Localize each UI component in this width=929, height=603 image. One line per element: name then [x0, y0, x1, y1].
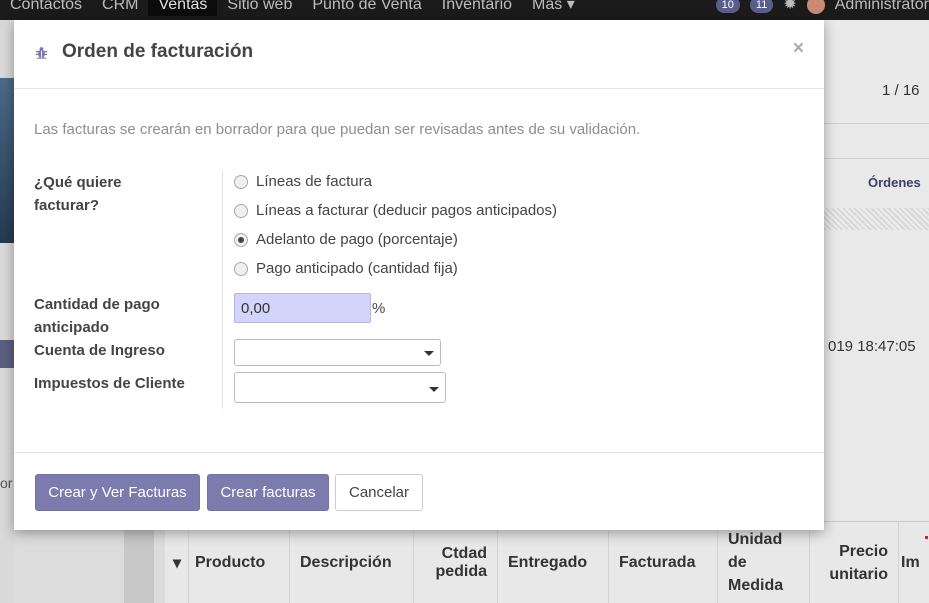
order-date: 019 18:47:05: [828, 338, 916, 355]
radio-option-lineas-de-factura[interactable]: Líneas de factura: [234, 173, 372, 190]
error-mark: [925, 536, 928, 539]
invoice-order-dialog: Orden de facturación × Las facturas se c…: [14, 20, 824, 530]
radio-label[interactable]: Adelanto de pago (porcentaje): [256, 231, 458, 248]
menu-item-mas-label: Más: [532, 0, 563, 13]
menu-item-ventas[interactable]: Ventas: [148, 0, 218, 16]
avatar[interactable]: [806, 0, 825, 14]
sort-caret-icon[interactable]: ▾: [165, 522, 189, 603]
ribbon-pattern: [824, 208, 929, 230]
background-left-panel: or: [0, 20, 14, 603]
amount-input[interactable]: [234, 293, 371, 323]
dialog-intro-text: Las facturas se crearán en borrador para…: [34, 121, 641, 138]
background-image: [0, 78, 14, 243]
background-highlight: [0, 340, 14, 368]
menu-item-inventario[interactable]: Inventario: [432, 0, 522, 16]
divider: [824, 123, 929, 124]
column-impuestos[interactable]: Im: [899, 522, 929, 603]
radio-option-adelanto-porcentaje[interactable]: Adelanto de pago (porcentaje): [234, 231, 458, 248]
menu-item-mas[interactable]: Más ▾: [522, 0, 585, 16]
app-menu: Contactos CRM Ventas Sitio web Punto de …: [0, 0, 585, 16]
column-facturada[interactable]: Facturada: [609, 522, 718, 603]
divider: [824, 158, 929, 159]
form-divider: [222, 170, 223, 409]
amount-unit: %: [372, 300, 386, 317]
activities-badge[interactable]: 11: [749, 0, 774, 13]
menu-item-punto-de-venta[interactable]: Punto de Venta: [302, 0, 431, 16]
invoice-type-label: ¿Qué quiere facturar?: [34, 174, 122, 214]
column-descripcion[interactable]: Descripción: [290, 522, 414, 603]
column-precio-unitario[interactable]: Precio unitario: [810, 522, 899, 603]
close-button[interactable]: ×: [793, 38, 804, 60]
background-text-fragment: or: [0, 475, 13, 491]
income-account-select[interactable]: [234, 339, 441, 366]
radio-button-selected[interactable]: [234, 232, 248, 247]
radio-label[interactable]: Líneas de factura: [256, 173, 372, 190]
radio-button[interactable]: [234, 261, 248, 276]
create-invoices-button[interactable]: Crear facturas: [207, 474, 329, 511]
navbar-systray: 10 11 ✹ Administrator: [715, 0, 929, 16]
conversations-badge[interactable]: 10: [715, 0, 740, 13]
column-entregado[interactable]: Entregado: [498, 522, 609, 603]
menu-item-sitio-web[interactable]: Sitio web: [217, 0, 302, 16]
caret-down-icon[interactable]: [429, 387, 439, 392]
dialog-header: Orden de facturación ×: [14, 20, 824, 89]
radio-option-lineas-a-facturar[interactable]: Líneas a facturar (deducir pagos anticip…: [234, 202, 557, 219]
menu-item-crm[interactable]: CRM: [92, 0, 148, 16]
radio-button[interactable]: [234, 174, 248, 189]
user-name[interactable]: Administrator: [835, 0, 929, 16]
bug-icon[interactable]: ✹: [783, 0, 796, 16]
income-account-label: Cuenta de Ingreso: [34, 342, 165, 359]
pager[interactable]: 1 / 16: [882, 82, 920, 99]
radio-label[interactable]: Pago anticipado (cantidad fija): [256, 260, 458, 277]
radio-button[interactable]: [234, 203, 248, 218]
chevron-down-icon: ▾: [562, 0, 575, 13]
create-and-view-invoices-button[interactable]: Crear y Ver Facturas: [35, 474, 200, 511]
menu-item-contactos[interactable]: Contactos: [0, 0, 92, 16]
background-right-panel: 1 / 16 Órdenes 019 18:47:05: [824, 20, 929, 603]
top-navbar: Contactos CRM Ventas Sitio web Punto de …: [0, 0, 929, 20]
order-lines-table-header: ▾ Producto Descripción Ctdad pedida Entr…: [165, 521, 929, 603]
amount-label: Cantidad de pago anticipado: [34, 296, 160, 336]
caret-down-icon[interactable]: [424, 351, 434, 356]
dialog-footer: Crear y Ver Facturas Crear facturas Canc…: [14, 452, 824, 530]
background-strip: [124, 530, 154, 603]
customer-taxes-label: Impuestos de Cliente: [34, 375, 185, 392]
dialog-title: Orden de facturación: [62, 41, 254, 62]
cancel-button[interactable]: Cancelar: [335, 474, 423, 511]
status-breadcrumb[interactable]: Órdenes: [868, 175, 921, 190]
column-producto[interactable]: Producto: [189, 522, 290, 603]
radio-option-pago-cantidad-fija[interactable]: Pago anticipado (cantidad fija): [234, 260, 458, 277]
radio-label[interactable]: Líneas a facturar (deducir pagos anticip…: [256, 202, 557, 219]
bug-icon: [35, 47, 48, 59]
customer-taxes-select[interactable]: [234, 372, 446, 403]
column-ctdad-pedida[interactable]: Ctdad pedida: [414, 522, 498, 603]
column-unidad-de-medida[interactable]: Unidad de Medida: [718, 522, 810, 603]
